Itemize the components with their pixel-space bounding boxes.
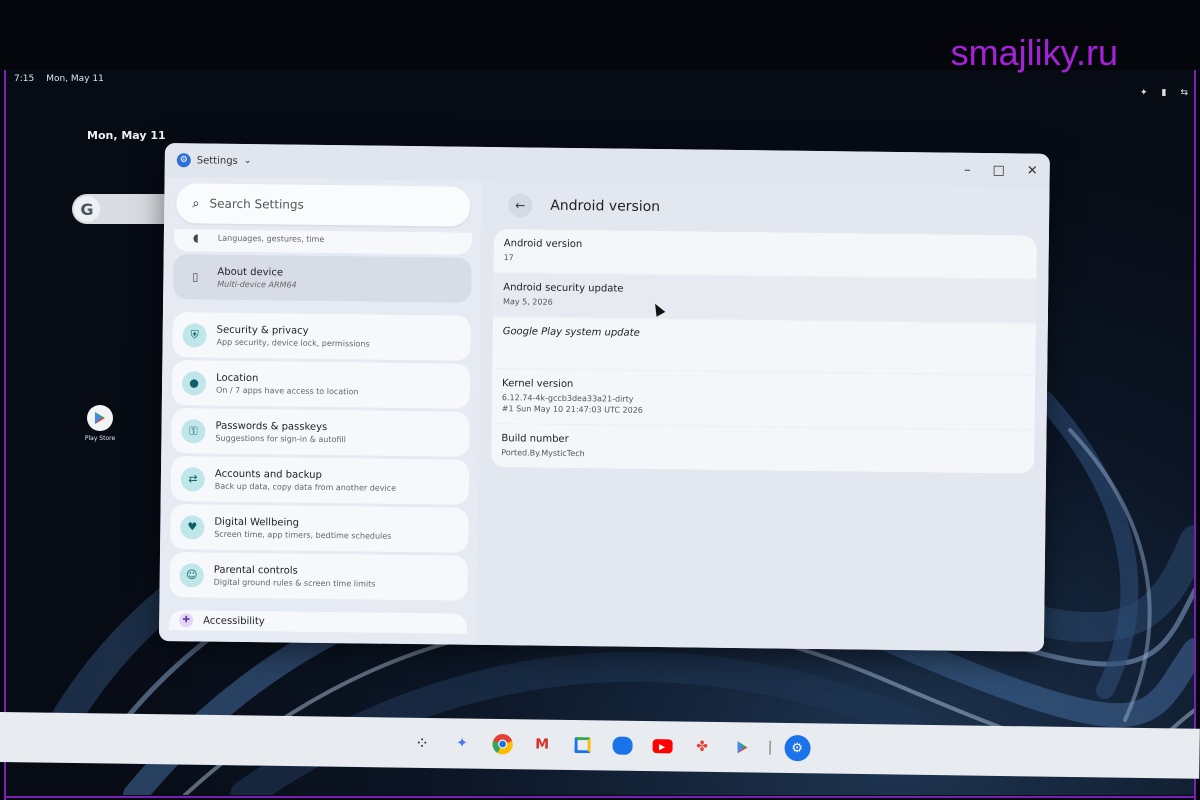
info-row-security-update[interactable]: Android security update May 5, 2026 (492, 273, 1037, 324)
sidebar-item-title: Security & privacy (216, 324, 309, 337)
settings-sidebar: ⌕ Search Settings ◖ Languages, gestures,… (158, 176, 483, 645)
chrome-icon[interactable] (489, 731, 515, 757)
system-tray[interactable]: ✦ ▮ ⇆ (1140, 88, 1188, 98)
sidebar-item-subtitle: Screen time, app timers, bedtime schedul… (214, 529, 392, 541)
close-button[interactable]: ✕ (1027, 163, 1038, 178)
info-row-play-system-update[interactable]: Google Play system update (492, 317, 1036, 376)
android-version-panel: ← Android version Android version 17 And… (476, 180, 1050, 652)
play-store-icon[interactable] (729, 734, 755, 760)
photos-icon[interactable]: ✤ (689, 734, 715, 760)
gemini-icon[interactable]: ✦ (449, 730, 475, 756)
sidebar-item-title: Parental controls (213, 564, 298, 577)
system-icon: ◖ (192, 230, 199, 244)
desktop-date-widget: Mon, May 11 (87, 129, 166, 142)
battery-icon: ▮ (1161, 88, 1167, 98)
row-value: Ported.By.MysticTech (501, 448, 585, 459)
window-title: Settings (196, 154, 238, 167)
sidebar-item-about-device[interactable]: ▯ About device Multi-device ARM64 (173, 254, 472, 303)
files-icon[interactable] (609, 733, 635, 759)
gmail-icon[interactable]: M (529, 731, 555, 757)
maximize-button[interactable]: □ (992, 163, 1004, 178)
key-icon: ⚿ (181, 418, 206, 444)
sidebar-item-parental-controls[interactable]: ☺ Parental controls Digital ground rules… (169, 552, 468, 601)
chevron-down-icon[interactable]: ⌄ (244, 156, 252, 166)
sidebar-item-subtitle: On / 7 apps have access to location (215, 385, 359, 396)
info-row-kernel-version[interactable]: Kernel version 6.12.74-4k-gccb3dea33a21-… (491, 369, 1036, 431)
row-value: 17 (503, 253, 514, 263)
status-date: Mon, May 11 (46, 74, 104, 84)
version-info-list: Android version 17 Android security upda… (491, 229, 1037, 474)
search-input[interactable]: ⌕ Search Settings (176, 183, 471, 227)
sidebar-item-location[interactable]: ● Location On / 7 apps have access to lo… (171, 360, 471, 409)
sidebar-item-passwords-passkeys[interactable]: ⚿ Passwords & passkeys Suggestions for s… (171, 408, 470, 457)
sidebar-item-subtitle: Back up data, copy data from another dev… (214, 481, 397, 493)
sidebar-item-digital-wellbeing[interactable]: ♥ Digital Wellbeing Screen time, app tim… (170, 504, 469, 553)
app-label: Play Store (84, 435, 116, 442)
search-icon: ⌕ (192, 195, 200, 211)
settings-gear-icon: ⚙ (176, 153, 191, 168)
info-row-android-version[interactable]: Android version 17 (493, 229, 1037, 280)
sidebar-item-accessibility[interactable]: ✚ Accessibility (169, 610, 468, 634)
phone-icon: ▯ (192, 270, 199, 284)
status-time: 7:15 (14, 74, 35, 84)
sidebar-item-subtitle: App security, device lock, permissions (216, 337, 370, 349)
wellbeing-icon: ♥ (180, 514, 205, 540)
sidebar-item-title: Accounts and backup (214, 468, 322, 481)
sparkle-icon[interactable]: ✦ (1140, 88, 1148, 98)
sidebar-item-subtitle: Languages, gestures, time (217, 233, 325, 244)
sidebar-item-title: Location (216, 372, 259, 384)
sidebar-item-subtitle: Digital ground rules & screen time limit… (213, 577, 376, 589)
page-title: Android version (550, 197, 661, 216)
sidebar-item-title: Digital Wellbeing (214, 516, 300, 529)
watermark: smajliky.ru (950, 32, 1118, 73)
sidebar-item-title: Accessibility (203, 615, 265, 627)
sidebar-item-title: About device (217, 266, 284, 278)
sidebar-item-subtitle: Multi-device ARM64 (217, 279, 297, 290)
accessibility-icon: ✚ (179, 613, 194, 628)
google-icon: G (74, 196, 100, 222)
frame-border-right (1194, 70, 1196, 800)
sidebar-item-system[interactable]: ◖ Languages, gestures, time (173, 229, 472, 255)
sidebar-item-title: Passwords & passkeys (215, 420, 328, 433)
play-store-icon (87, 405, 113, 431)
minimize-button[interactable]: – (964, 162, 971, 177)
search-placeholder: Search Settings (209, 196, 304, 212)
info-row-build-number[interactable]: Build number Ported.By.MysticTech (491, 424, 1034, 474)
status-bar: 7:15 Mon, May 11 (14, 74, 104, 84)
sidebar-item-accounts-backup[interactable]: ⇄ Accounts and backup Back up data, copy… (170, 456, 470, 505)
launcher-icon[interactable]: ⁘ (409, 730, 435, 756)
settings-window: ⚙ Settings ⌄ – □ ✕ ⌕ Search Settings ◖ L… (158, 143, 1050, 652)
frame-border-left (4, 70, 6, 800)
calendar-icon[interactable] (569, 732, 595, 758)
back-arrow-icon[interactable]: ← (508, 193, 533, 218)
network-icon: ⇆ (1180, 88, 1188, 98)
desktop-app-play-store[interactable]: Play Store (82, 405, 118, 442)
frame-border-bottom (4, 796, 1196, 798)
parental-icon: ☺ (179, 562, 204, 588)
youtube-icon[interactable]: ▶ (649, 733, 675, 759)
taskbar-divider (768, 740, 771, 755)
location-pin-icon: ● (181, 370, 207, 396)
sync-icon: ⇄ (180, 466, 206, 492)
row-value: May 5, 2026 (503, 297, 553, 307)
sidebar-item-security-privacy[interactable]: ⛨ Security & privacy App security, devic… (172, 312, 471, 361)
row-label: Google Play system update (502, 326, 640, 339)
shield-icon: ⛨ (182, 322, 207, 348)
settings-icon[interactable]: ⚙ (783, 734, 811, 762)
sidebar-item-subtitle: Suggestions for sign-in & autofill (215, 433, 346, 444)
